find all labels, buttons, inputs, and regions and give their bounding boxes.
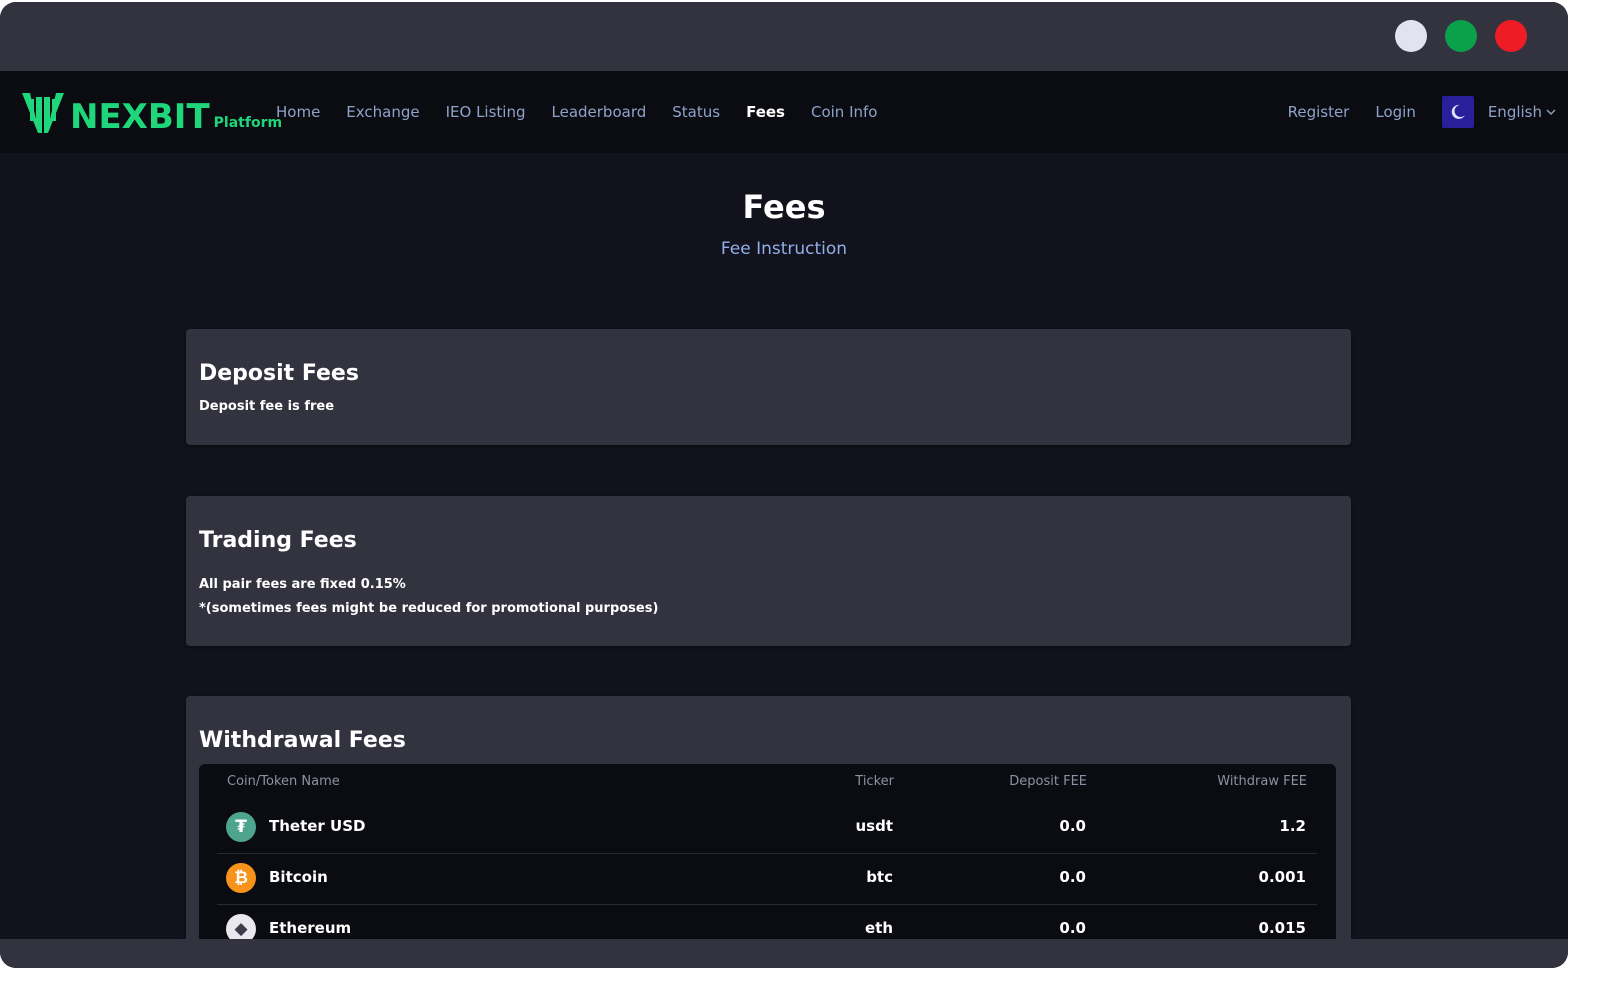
coin-ticker: btc [866,868,893,886]
brand-sub: Platform [213,115,283,131]
nexbit-logo-icon [22,93,64,133]
theme-toggle-button[interactable] [1441,96,1474,128]
top-navbar: NEXBIT Platform Home Exchange IEO Listin… [0,71,1568,153]
maximize-button[interactable] [1445,20,1477,52]
deposit-fees-title: Deposit Fees [199,361,359,386]
trading-fees-card: Trading Fees All pair fees are fixed 0.1… [186,496,1351,646]
withdrawal-fees-table: Coin/Token Name Ticker Deposit FEE Withd… [199,764,1336,964]
moon-icon [1451,104,1465,119]
minimize-button[interactable] [1395,20,1427,52]
header-ticker: Ticker [855,774,894,789]
coin-withdraw-fee: 0.001 [1258,868,1306,886]
deposit-fees-card: Deposit Fees Deposit fee is free [186,329,1351,445]
language-selector[interactable]: English [1488,103,1556,121]
nav-exchange[interactable]: Exchange [346,103,419,121]
nav-leaderboard[interactable]: Leaderboard [552,103,647,121]
coin-name: Theter USD [269,817,366,835]
coin-withdraw-fee: 0.015 [1258,919,1306,937]
nav-status[interactable]: Status [672,103,720,121]
chevron-down-icon [1546,109,1556,115]
brand-logo[interactable]: NEXBIT Platform [20,89,282,137]
coin-name: Bitcoin [269,868,328,886]
page-subtitle[interactable]: Fee Instruction [0,239,1568,259]
header-coin-name: Coin/Token Name [227,774,340,789]
coin-withdraw-fee: 1.2 [1279,817,1306,835]
coin-deposit-fee: 0.0 [1059,919,1086,937]
coin-deposit-fee: 0.0 [1059,868,1086,886]
withdrawal-fees-title: Withdrawal Fees [199,728,406,753]
nav-ieo-listing[interactable]: IEO Listing [446,103,526,121]
header-withdraw-fee: Withdraw FEE [1217,774,1307,789]
deposit-fees-text: Deposit fee is free [199,399,335,414]
withdrawal-fees-card: Withdrawal Fees Coin/Token Name Ticker D… [186,696,1351,964]
trading-fees-title: Trading Fees [199,528,357,553]
coin-name: Ethereum [269,919,352,937]
nav-right: Register Login English [1288,71,1556,153]
trading-fees-line2: *(sometimes fees might be reduced for pr… [199,601,659,616]
table-row[interactable]: ₮ Theter USD usdt 0.0 1.2 [217,802,1317,854]
nav-coin-info[interactable]: Coin Info [811,103,877,121]
coin-ticker: eth [864,919,893,937]
coin-ticker: usdt [855,817,893,835]
table-row[interactable]: ₿ Bitcoin btc 0.0 0.001 [217,853,1317,905]
main-content: Fees Fee Instruction Deposit Fees Deposi… [0,153,1568,964]
nav-home[interactable]: Home [276,103,320,121]
browser-window: NEXBIT Platform Home Exchange IEO Listin… [0,2,1568,968]
coin-deposit-fee: 0.0 [1059,817,1086,835]
page-title: Fees [742,188,826,226]
language-label: English [1487,103,1542,121]
window-bottom-bar [0,939,1568,968]
register-link[interactable]: Register [1288,103,1350,121]
tether-icon: ₮ [226,812,256,842]
nav-fees[interactable]: Fees [746,103,785,121]
bitcoin-icon: ₿ [226,863,256,893]
header-deposit-fee: Deposit FEE [1009,774,1087,789]
close-button[interactable] [1495,20,1527,52]
brand-name: NEXBIT [70,97,210,137]
login-link[interactable]: Login [1375,103,1415,121]
main-nav: Home Exchange IEO Listing Leaderboard St… [276,71,877,153]
trading-fees-line1: All pair fees are fixed 0.15% [199,577,406,592]
window-titlebar [0,2,1568,71]
